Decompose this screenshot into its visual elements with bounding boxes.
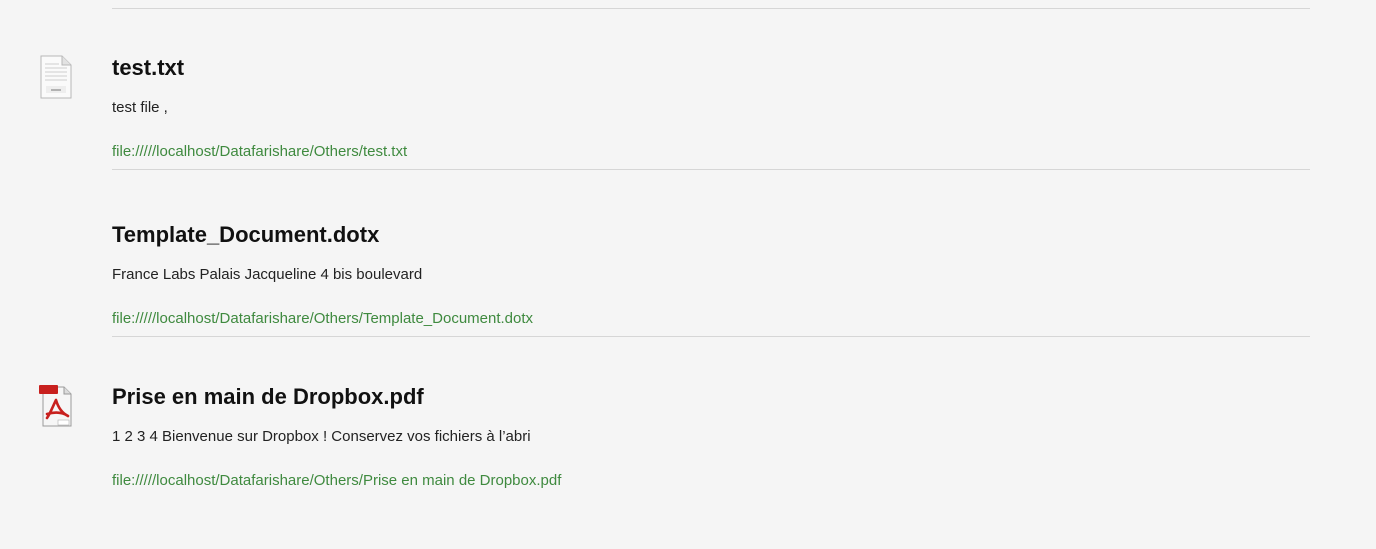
search-result: test.txt test file , file://///localhost… — [0, 55, 1376, 220]
result-url-link[interactable]: file://///localhost/Datafarishare/Others… — [112, 143, 407, 160]
result-url-link[interactable]: file://///localhost/Datafarishare/Others… — [112, 310, 533, 327]
result-url-link[interactable]: file://///localhost/Datafarishare/Others… — [112, 472, 561, 489]
result-snippet: France Labs Palais Jacqueline 4 bis boul… — [112, 266, 423, 283]
text-file-icon — [38, 55, 74, 99]
search-result: Template_Document.dotx France Labs Palai… — [0, 222, 1376, 387]
result-snippet: 1 2 3 4 Bienvenue sur Dropbox ! Conserve… — [112, 428, 531, 445]
result-title[interactable]: Template_Document.dotx — [112, 222, 379, 248]
result-title[interactable]: Prise en main de Dropbox.pdf — [112, 384, 424, 410]
result-title[interactable]: test.txt — [112, 55, 184, 81]
result-divider — [112, 169, 1310, 170]
result-divider — [112, 336, 1310, 337]
search-result: Prise en main de Dropbox.pdf 1 2 3 4 Bie… — [0, 384, 1376, 549]
result-snippet: test file , — [112, 99, 168, 116]
top-divider — [112, 8, 1310, 9]
pdf-file-icon — [38, 384, 74, 428]
